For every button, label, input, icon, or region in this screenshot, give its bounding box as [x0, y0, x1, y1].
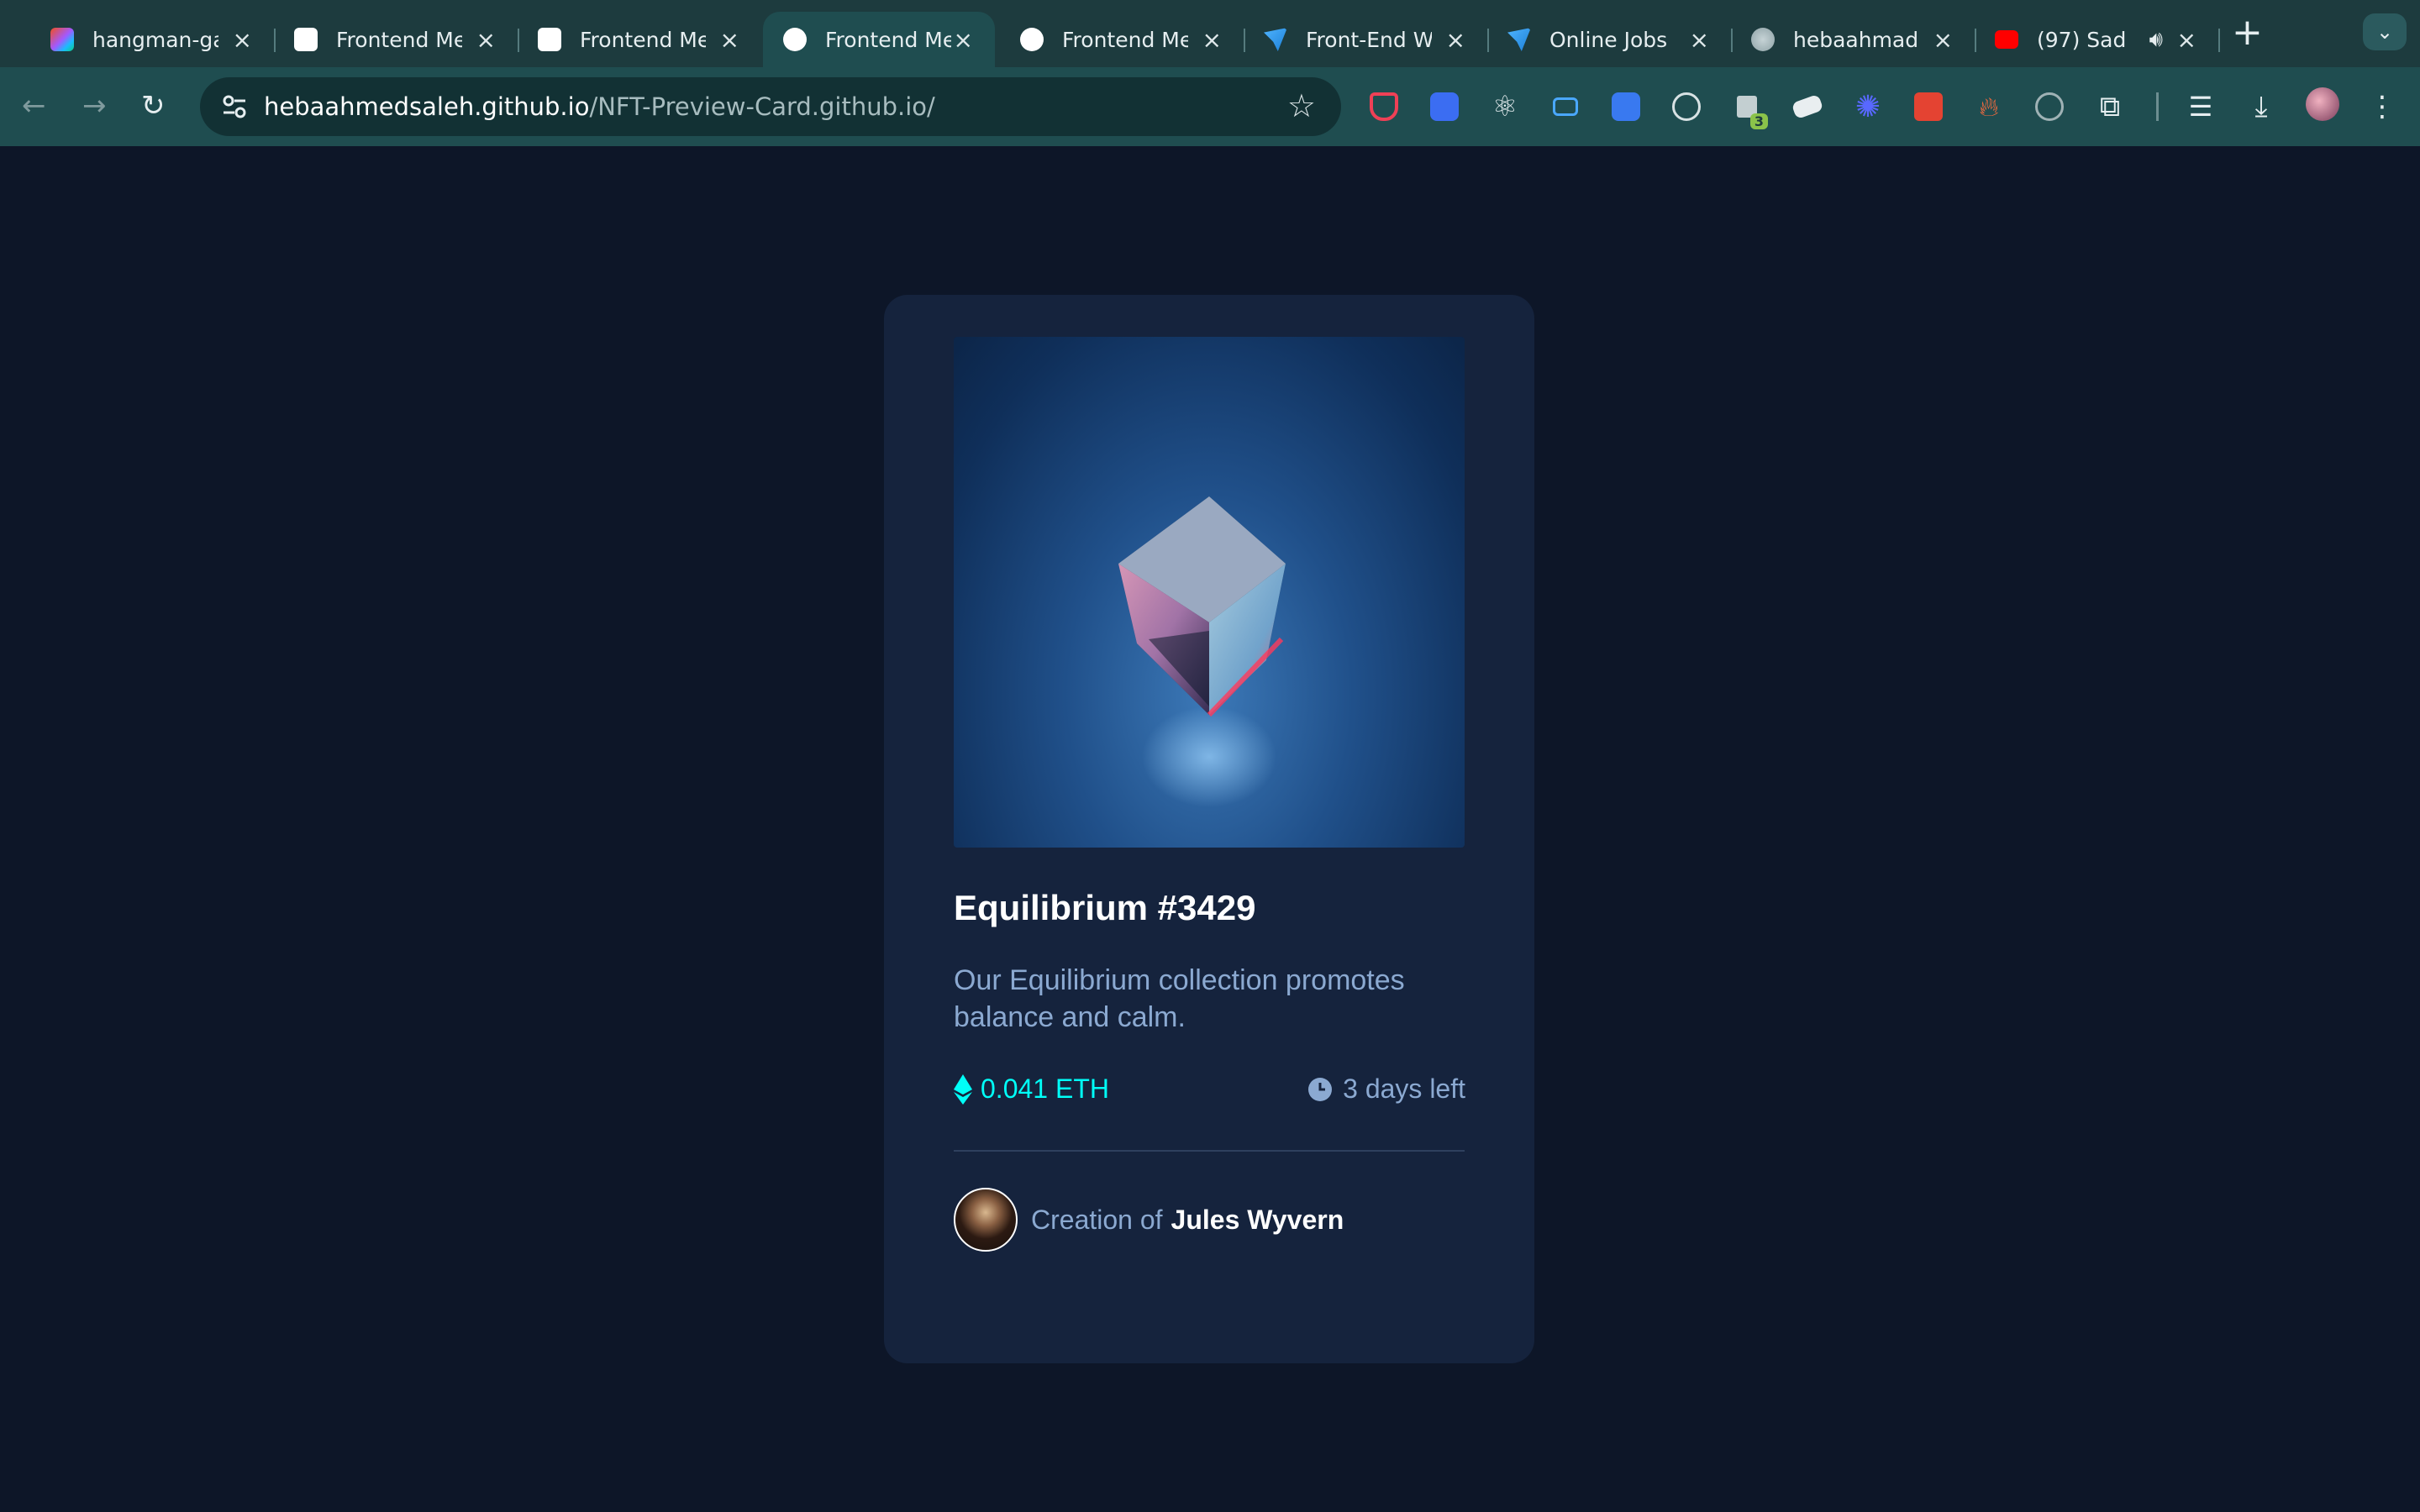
creator-name[interactable]: Jules Wyvern [1171, 1205, 1344, 1236]
url-host: hebaahmedsaleh.github.io [264, 92, 590, 121]
card-title[interactable]: Equilibrium #3429 [954, 888, 1255, 928]
address-bar[interactable]: hebaahmedsaleh.github.io/NFT-Preview-Car… [200, 77, 1341, 136]
pocket-icon[interactable] [1365, 87, 1403, 126]
close-icon[interactable]: × [476, 26, 496, 54]
todoist-icon[interactable] [1909, 87, 1948, 126]
extension-badge: 3 [1749, 113, 1768, 129]
url-path: /NFT-Preview-Card.github.io/ [589, 92, 935, 121]
extensions-puzzle-icon[interactable]: ⧉ [2091, 87, 2129, 126]
tab-search-button[interactable]: ⌄ [2363, 13, 2407, 50]
ethereum-icon [954, 1074, 972, 1105]
tab-separator [2218, 29, 2220, 52]
browser-chrome: hangman-ga × Frontend Me × Frontend Me ×… [0, 0, 2420, 146]
close-icon[interactable]: × [1202, 26, 1222, 54]
bird-icon [1507, 28, 1531, 51]
youtube-icon [1995, 30, 2018, 49]
bird-icon [1264, 28, 1287, 51]
site-settings-icon[interactable] [220, 92, 249, 121]
tab-hebaahmads[interactable]: hebaahmads × [1731, 12, 1976, 67]
clock-icon [1308, 1077, 1333, 1101]
back-icon[interactable]: ← [22, 89, 46, 123]
screen-capture-icon[interactable] [1607, 87, 1645, 126]
creator-label: Creation of [1031, 1204, 1163, 1235]
more-menu-icon[interactable]: ⋮ [2363, 87, 2402, 126]
close-icon[interactable]: × [1933, 26, 1953, 54]
tab-front-end-w[interactable]: Front-End W × [1244, 12, 1489, 67]
frontend-mentor-icon [1020, 28, 1044, 51]
download-icon[interactable]: ⤓ [2242, 87, 2281, 126]
bookmark-star-icon[interactable]: ☆ [1287, 87, 1316, 124]
target-icon[interactable] [1667, 87, 1706, 126]
compass-icon[interactable] [2030, 87, 2069, 126]
sparkle-icon[interactable]: ✺ [1849, 87, 1887, 126]
eraser-icon[interactable] [1788, 87, 1827, 126]
nft-image[interactable] [954, 337, 1465, 848]
price-value: 0.041 ETH [981, 1074, 1109, 1104]
react-devtools-icon[interactable]: ⚛ [1486, 87, 1524, 126]
tab-frontend-mentor-2[interactable]: Frontend Me × [518, 12, 761, 67]
new-tab-button[interactable]: + [2232, 12, 2263, 54]
speaker-icon[interactable]: 🔊︎ [2149, 27, 2163, 53]
frontend-mentor-icon [783, 28, 807, 51]
tab-title: Online Jobs [1549, 27, 1668, 52]
price: 0.041 ETH [954, 1074, 1109, 1105]
tab-frontend-mentor-4[interactable]: Frontend Me × [1000, 12, 1245, 67]
time-left-value: 3 days left [1343, 1074, 1465, 1104]
figma-icon [50, 28, 74, 51]
tab-title: (97) Sad [2037, 27, 2127, 52]
nft-preview-card: Equilibrium #3429 Our Equilibrium collec… [884, 295, 1534, 1363]
tab-strip: hangman-ga × Frontend Me × Frontend Me ×… [0, 0, 2420, 67]
close-icon[interactable]: × [1690, 26, 1709, 54]
profile-avatar[interactable] [2306, 87, 2339, 121]
crystal-cube-icon [1118, 496, 1286, 807]
flame-icon[interactable]: 🔥︎ [1970, 87, 2008, 126]
time-left: 3 days left [1307, 1074, 1465, 1105]
tab-title: hebaahmads [1793, 27, 1919, 52]
tab-hangman[interactable]: hangman-ga × [30, 12, 276, 67]
globe-icon [1751, 28, 1775, 51]
tab-title: Frontend Me [1062, 27, 1188, 52]
close-icon[interactable]: × [2177, 26, 2196, 54]
tab-title: Frontend Me [825, 27, 951, 52]
creator-avatar [954, 1188, 1018, 1252]
creator: Creation of Jules Wyvern [954, 1188, 1344, 1252]
url-text[interactable]: hebaahmedsaleh.github.io/NFT-Preview-Car… [264, 92, 935, 121]
tab-online-jobs[interactable]: Online Jobs × [1487, 12, 1733, 67]
tab-title: Front-End W [1306, 27, 1432, 52]
forward-icon[interactable]: → [82, 89, 107, 123]
video-icon[interactable] [1546, 87, 1585, 126]
card-description: Our Equilibrium collection promotes bala… [954, 964, 1405, 1033]
frontend-mentor-icon [538, 28, 561, 51]
media-queue-icon[interactable]: ☰ [2181, 87, 2220, 126]
toolbar-separator [2156, 92, 2159, 121]
close-icon[interactable]: × [954, 26, 973, 54]
frontend-mentor-icon [294, 28, 318, 51]
browser-toolbar: ← → ↻ hebaahmedsaleh.github.io/NFT-Previ… [0, 67, 2420, 146]
tab-frontend-mentor-active[interactable]: Frontend Me × [763, 12, 995, 67]
list-extension-icon[interactable]: 3 [1728, 87, 1768, 129]
tab-title: Frontend Me [580, 27, 706, 52]
tab-youtube[interactable]: (97) Sad 🔊︎ × [1975, 12, 2220, 67]
close-icon[interactable]: × [1446, 26, 1465, 54]
tab-title: hangman-ga [92, 27, 218, 52]
tab-frontend-mentor-1[interactable]: Frontend Me × [274, 12, 519, 67]
tab-title: Frontend Me [336, 27, 462, 52]
close-icon[interactable]: × [233, 26, 252, 54]
reload-icon[interactable]: ↻ [141, 89, 166, 123]
close-icon[interactable]: × [720, 26, 739, 54]
extension-blue-icon[interactable] [1425, 87, 1464, 126]
divider [954, 1150, 1465, 1152]
